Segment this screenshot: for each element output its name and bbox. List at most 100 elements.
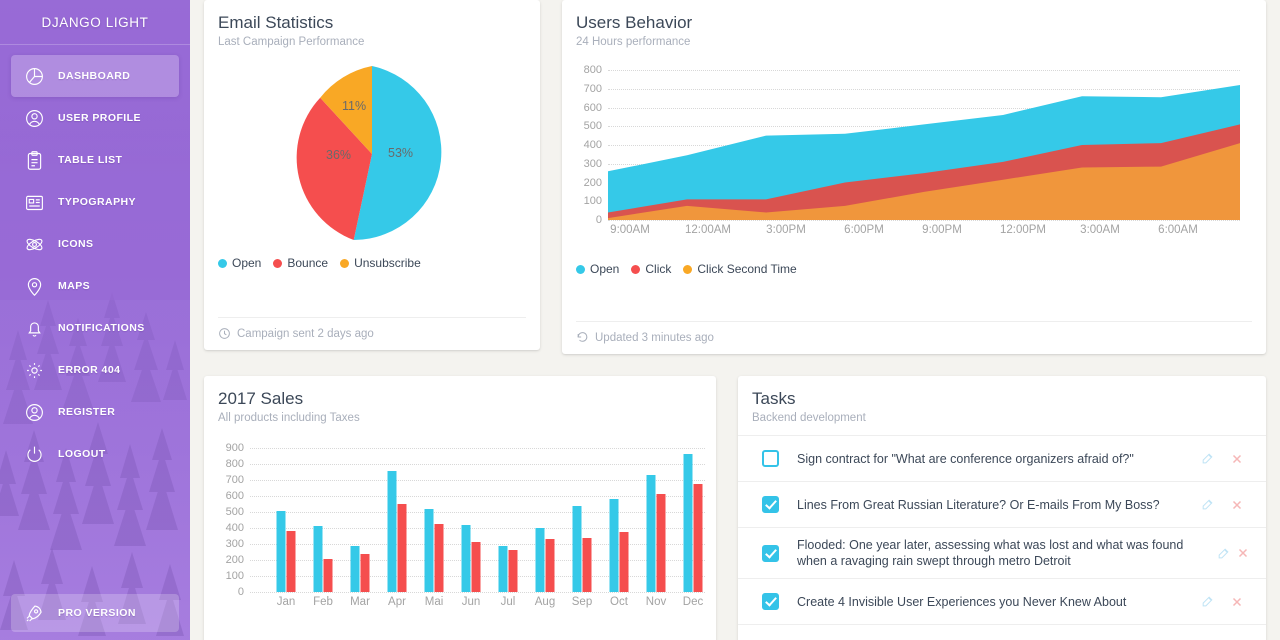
x-axis-tick: Mai xyxy=(424,596,444,608)
task-checkbox[interactable] xyxy=(762,496,779,513)
sidebar-item-label: ICONS xyxy=(58,238,94,250)
bar-series-1 xyxy=(461,524,471,592)
bar-group xyxy=(424,508,444,592)
task-row[interactable]: Lines From Great Russian Literature? Or … xyxy=(738,481,1266,527)
edit-pencil-icon[interactable] xyxy=(1192,452,1222,465)
sidebar-item-label: TABLE LIST xyxy=(58,154,123,166)
edit-pencil-icon[interactable] xyxy=(1192,498,1222,511)
task-row[interactable]: Create 4 Invisible User Experiences you … xyxy=(738,578,1266,624)
email-legend: Open Bounce Unsubscribe xyxy=(204,256,540,270)
gridline xyxy=(250,448,705,449)
map-pin-icon xyxy=(20,272,48,300)
sidebar-item-register[interactable]: REGISTER xyxy=(11,391,179,433)
sidebar-item-typography[interactable]: TYPOGRAPHY xyxy=(11,181,179,223)
legend-item-click-second-time[interactable]: Click Second Time xyxy=(683,262,797,276)
pie-value-open: 53% xyxy=(388,146,414,160)
y-axis-tick: 500 xyxy=(583,120,602,133)
gridline xyxy=(250,496,705,497)
x-axis-tick: Jun xyxy=(461,596,481,608)
bar-series-2 xyxy=(323,559,333,592)
bar-group xyxy=(609,499,629,592)
legend-dot-unsubscribe xyxy=(340,258,350,268)
tasks-card-header: Tasks Backend development xyxy=(738,376,1266,435)
bar-group xyxy=(313,526,333,592)
clipboard-icon xyxy=(20,146,48,174)
x-axis-tick: Oct xyxy=(610,596,628,608)
x-axis-tick: Feb xyxy=(313,596,333,608)
app-brand-title[interactable]: DJANGO LIGHT xyxy=(0,0,190,44)
tasks-list-bottom-divider xyxy=(738,624,1266,625)
legend-item-bounce[interactable]: Bounce xyxy=(273,256,328,270)
y-axis-tick: 600 xyxy=(225,490,244,502)
sidebar-item-notifications[interactable]: NOTIFICATIONS xyxy=(11,307,179,349)
task-row[interactable]: Flooded: One year later, assessing what … xyxy=(738,527,1266,578)
close-x-icon[interactable] xyxy=(1233,547,1252,559)
legend-item-unsubscribe[interactable]: Unsubscribe xyxy=(340,256,421,270)
y-axis-tick: 800 xyxy=(583,64,602,76)
sales-card-header: 2017 Sales All products including Taxes xyxy=(204,376,716,424)
task-checkbox[interactable] xyxy=(762,544,779,562)
gear-icon xyxy=(20,356,48,384)
sidebar-item-label: TYPOGRAPHY xyxy=(58,196,137,208)
sidebar-item-label: NOTIFICATIONS xyxy=(58,322,145,334)
task-label: Lines From Great Russian Literature? Or … xyxy=(797,497,1160,512)
bar-series-2 xyxy=(582,538,592,592)
x-axis-tick: Sep xyxy=(571,596,593,608)
bell-icon xyxy=(20,314,48,342)
y-axis-tick: 300 xyxy=(225,538,244,550)
bar-series-1 xyxy=(646,475,656,592)
email-pie-chart: 53% 36% 11% xyxy=(204,48,540,256)
bar-series-2 xyxy=(545,539,555,592)
x-axis-tick: 6:00AM xyxy=(1158,224,1198,236)
sidebar-item-table-list[interactable]: TABLE LIST xyxy=(11,139,179,181)
sales-chart-wrapper: 900 800 700 600 500 400 300 200 100 0 Ja… xyxy=(204,424,716,608)
sidebar-item-dashboard[interactable]: DASHBOARD xyxy=(11,55,179,97)
x-axis-tick: 3:00PM xyxy=(766,224,806,236)
bar-series-2 xyxy=(360,553,370,592)
task-checkbox[interactable] xyxy=(762,593,779,610)
edit-pencil-icon[interactable] xyxy=(1214,547,1233,560)
close-x-icon[interactable] xyxy=(1222,453,1252,465)
atom-icon xyxy=(20,230,48,258)
task-label: Flooded: One year later, assessing what … xyxy=(797,538,1184,568)
close-x-icon[interactable] xyxy=(1222,499,1252,511)
bar-series-1 xyxy=(572,506,582,592)
y-axis-tick: 700 xyxy=(225,474,244,486)
y-axis-tick: 700 xyxy=(583,82,602,95)
bar-series-1 xyxy=(276,511,286,592)
legend-item-open[interactable]: Open xyxy=(576,262,619,276)
bar-series-1 xyxy=(609,499,619,592)
sidebar-item-error-404[interactable]: ERROR 404 xyxy=(11,349,179,391)
task-row[interactable]: Sign contract for "What are conference o… xyxy=(738,435,1266,481)
bar-series-1 xyxy=(387,471,397,592)
bar-group xyxy=(350,546,370,592)
sidebar-item-icons[interactable]: ICONS xyxy=(11,223,179,265)
sidebar-item-user-profile[interactable]: USER PROFILE xyxy=(11,97,179,139)
card-title: Email Statistics xyxy=(218,13,334,32)
pie-svg xyxy=(296,66,442,240)
card-subtitle: All products including Taxes xyxy=(218,412,360,424)
task-checkbox[interactable] xyxy=(762,450,779,467)
sidebar-item-logout[interactable]: LOGOUT xyxy=(11,433,179,475)
bar-group xyxy=(498,545,518,592)
card-title: Users Behavior xyxy=(576,13,693,32)
bar-series-2 xyxy=(471,541,481,592)
y-axis-tick: 400 xyxy=(225,522,244,534)
pro-version-button[interactable]: PRO VERSION xyxy=(11,594,179,632)
sales-card: 2017 Sales All products including Taxes xyxy=(204,376,716,640)
behavior-card-header: Users Behavior 24 Hours performance xyxy=(562,0,1266,48)
x-axis-tick: Mar xyxy=(350,596,370,608)
bar-series-2 xyxy=(619,532,629,592)
bar-group xyxy=(683,453,703,592)
edit-pencil-icon[interactable] xyxy=(1192,595,1222,608)
close-x-icon[interactable] xyxy=(1222,596,1252,608)
user-circle-icon xyxy=(20,398,48,426)
legend-item-open[interactable]: Open xyxy=(218,256,261,270)
bar-series-2 xyxy=(508,549,518,592)
legend-item-click[interactable]: Click xyxy=(631,262,671,276)
x-axis-tick: 12:00AM xyxy=(684,224,732,236)
user-circle-icon xyxy=(20,104,48,132)
bar-group xyxy=(572,506,592,592)
sidebar-item-maps[interactable]: MAPS xyxy=(11,265,179,307)
bar-series-1 xyxy=(498,545,508,592)
